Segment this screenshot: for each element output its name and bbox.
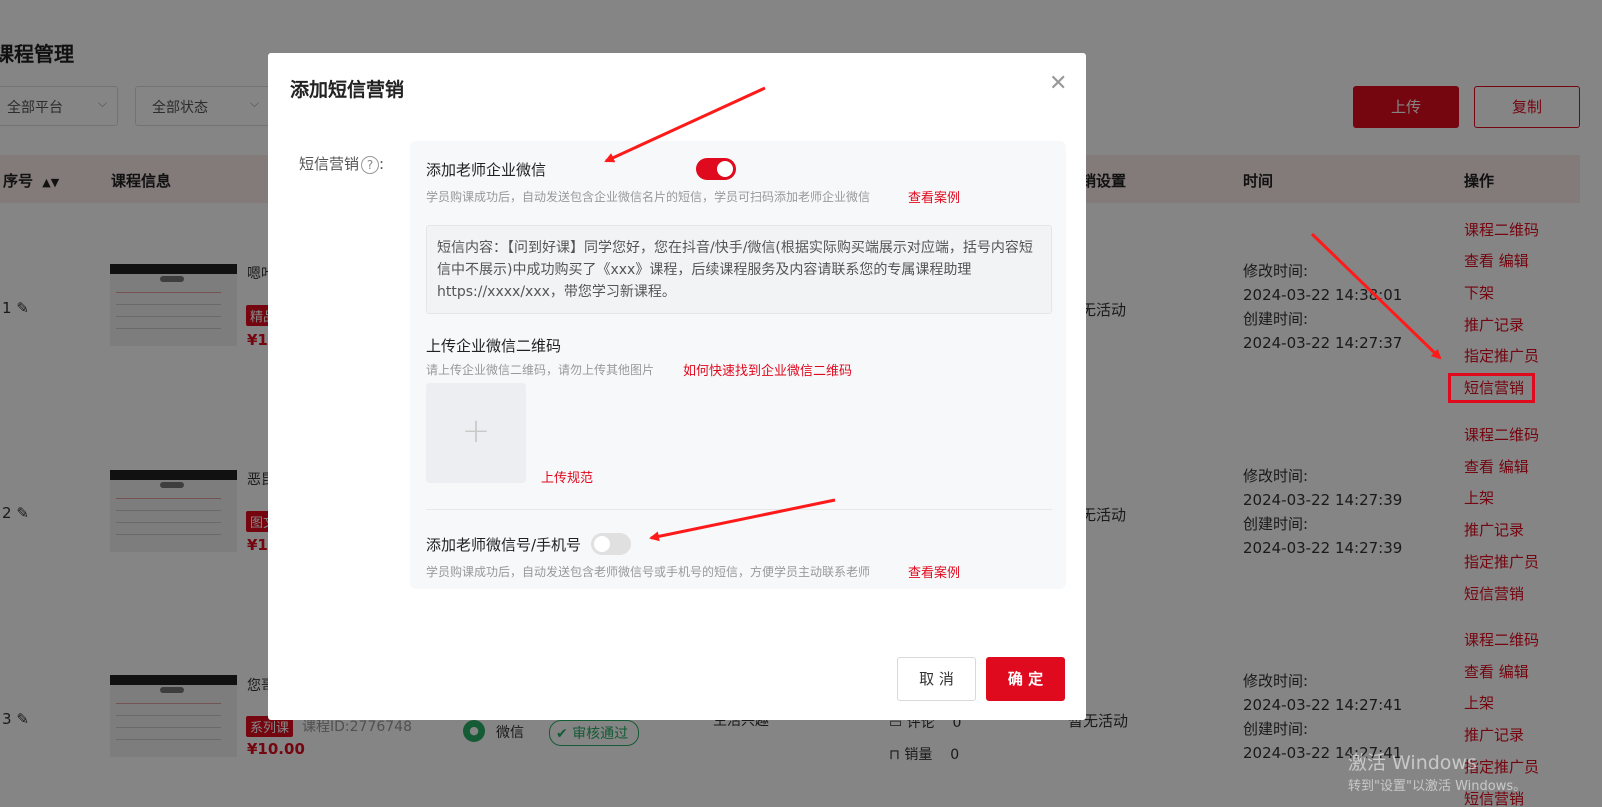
cancel-button[interactable]: 取 消 bbox=[897, 657, 976, 701]
sms-marketing-field-label: 短信营销?: bbox=[299, 155, 385, 174]
wechat-phone-toggle[interactable] bbox=[591, 533, 631, 555]
wecom-example-link[interactable]: 查看案例 bbox=[908, 187, 960, 206]
dialog-title: 添加短信营销 bbox=[290, 79, 405, 101]
wechat-phone-option-title: 添加老师微信号/手机号 bbox=[426, 536, 582, 554]
upload-qr-button[interactable]: + bbox=[426, 383, 526, 483]
sms-marketing-dialog: 添加短信营销 ✕ 短信营销?: 添加老师企业微信 学员购课成功后，自动发送包含企… bbox=[268, 53, 1086, 720]
wecom-option-title: 添加老师企业微信 bbox=[426, 161, 547, 179]
upload-spec-link[interactable]: 上传规范 bbox=[541, 467, 593, 486]
upload-qr-desc: 请上传企业微信二维码，请勿上传其他图片 bbox=[426, 363, 655, 377]
confirm-button[interactable]: 确 定 bbox=[986, 657, 1065, 701]
find-qr-help-link[interactable]: 如何快速找到企业微信二维码 bbox=[683, 360, 852, 379]
wecom-option-desc: 学员购课成功后，自动发送包含企业微信名片的短信，学员可扫码添加老师企业微信 bbox=[426, 190, 871, 204]
close-icon[interactable]: ✕ bbox=[1049, 71, 1067, 96]
wechat-phone-option-desc: 学员购课成功后，自动发送包含老师微信号或手机号的短信，方便学员主动联系老师 bbox=[426, 565, 871, 579]
highlight-box bbox=[1448, 373, 1535, 403]
wecom-toggle[interactable] bbox=[696, 158, 736, 180]
plus-icon: + bbox=[461, 411, 491, 451]
sms-content-preview: 短信内容：【问到好课】同学您好，您在抖音/快手/微信(根据实际购买端展示对应端，… bbox=[426, 225, 1052, 314]
help-icon[interactable]: ? bbox=[361, 155, 380, 174]
sms-options-panel: 添加老师企业微信 学员购课成功后，自动发送包含企业微信名片的短信，学员可扫码添加… bbox=[410, 141, 1066, 589]
upload-qr-title: 上传企业微信二维码 bbox=[426, 337, 562, 355]
divider bbox=[426, 509, 1052, 510]
wechat-phone-example-link[interactable]: 查看案例 bbox=[908, 562, 960, 581]
windows-activation-hint: 转到"设置"以激活 Windows。 bbox=[1348, 779, 1527, 794]
windows-activation-watermark: 激活 Windows bbox=[1348, 752, 1477, 774]
